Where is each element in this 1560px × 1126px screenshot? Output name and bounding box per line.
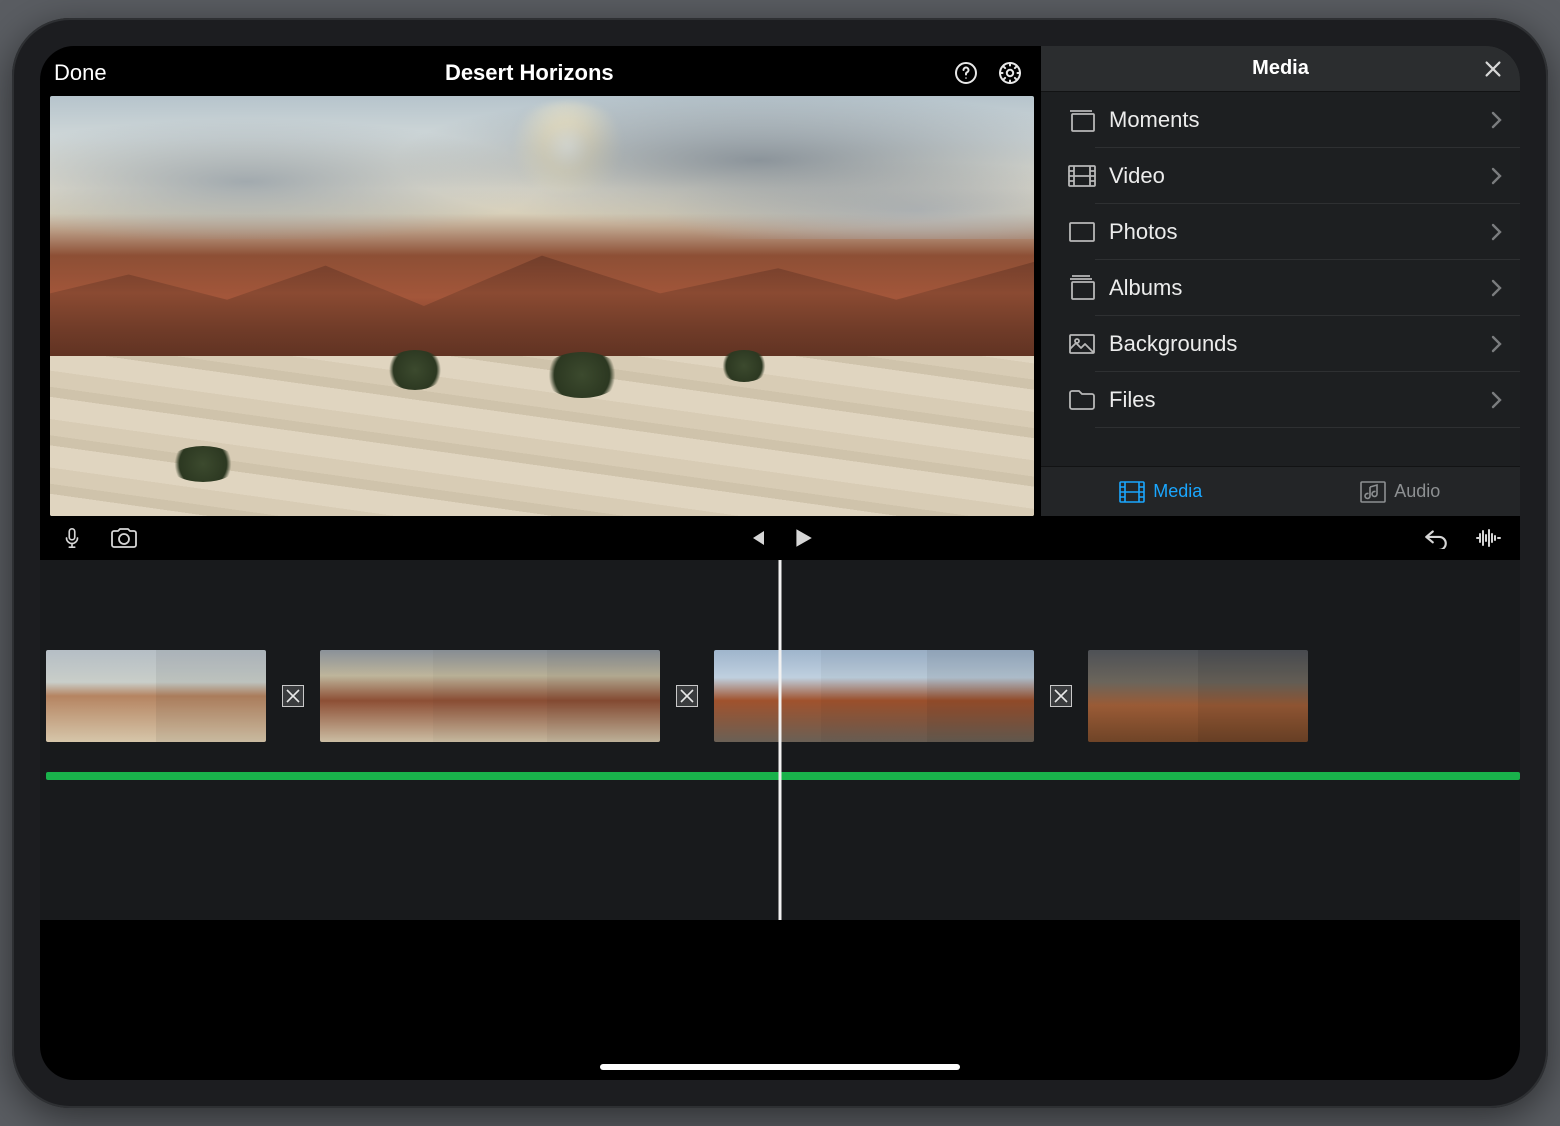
play-icon <box>792 527 814 549</box>
close-media-button[interactable] <box>1480 56 1506 82</box>
chevron-right-icon <box>1490 223 1502 241</box>
media-row-label: Backgrounds <box>1109 331 1490 357</box>
chevron-right-icon <box>1490 335 1502 353</box>
timeline-clip[interactable] <box>714 650 1034 742</box>
undo-button[interactable] <box>1422 524 1450 552</box>
media-panel-header: Media <box>1041 46 1520 92</box>
media-row-video[interactable]: Video <box>1095 148 1520 204</box>
preview-pane: Done Desert Horizons <box>40 46 1040 516</box>
timeline-clip[interactable] <box>1088 650 1308 742</box>
media-row-albums[interactable]: Albums <box>1095 260 1520 316</box>
media-source-list: Moments Video <box>1041 92 1520 466</box>
timeline-clip[interactable] <box>320 650 660 742</box>
help-icon <box>954 61 978 85</box>
transition-icon <box>286 689 300 703</box>
media-row-label: Photos <box>1109 219 1490 245</box>
playhead-marker-icon <box>771 560 789 562</box>
record-voiceover-button[interactable] <box>58 524 86 552</box>
transition-icon <box>1054 689 1068 703</box>
skip-back-icon <box>747 528 767 548</box>
home-indicator[interactable] <box>600 1064 960 1070</box>
moments-icon <box>1055 107 1109 133</box>
tab-media-label: Media <box>1153 481 1202 502</box>
media-panel-title: Media <box>1252 57 1309 80</box>
transport-toolbar <box>40 516 1520 560</box>
audio-track[interactable] <box>46 772 1520 780</box>
transition-button[interactable] <box>282 685 304 707</box>
media-row-label: Files <box>1109 387 1490 413</box>
microphone-icon <box>61 525 83 551</box>
albums-icon <box>1055 274 1109 302</box>
playhead[interactable] <box>779 560 782 920</box>
audio-icon <box>1360 481 1386 503</box>
preview-header: Done Desert Horizons <box>50 54 1034 92</box>
tab-audio[interactable]: Audio <box>1281 467 1521 516</box>
media-row-files[interactable]: Files <box>1095 372 1520 428</box>
screen: Done Desert Horizons <box>40 46 1520 1080</box>
media-tabbar: Media Audio <box>1041 466 1520 516</box>
go-to-start-button[interactable] <box>743 524 771 552</box>
upper-pane: Done Desert Horizons <box>40 46 1520 516</box>
files-icon <box>1055 387 1109 413</box>
media-row-backgrounds[interactable]: Backgrounds <box>1095 316 1520 372</box>
preview-frame <box>50 96 1034 516</box>
project-title: Desert Horizons <box>107 60 952 86</box>
media-row-label: Albums <box>1109 275 1490 301</box>
audio-settings-button[interactable] <box>1474 524 1502 552</box>
tab-media[interactable]: Media <box>1041 467 1281 516</box>
camera-icon <box>110 527 138 549</box>
play-button[interactable] <box>789 524 817 552</box>
media-row-photos[interactable]: Photos <box>1095 204 1520 260</box>
filmstrip-icon <box>1119 481 1145 503</box>
transition-icon <box>680 689 694 703</box>
device-frame: Done Desert Horizons <box>12 18 1548 1108</box>
settings-button[interactable] <box>996 59 1024 87</box>
tab-audio-label: Audio <box>1394 481 1440 502</box>
timeline-clip[interactable] <box>46 650 266 742</box>
record-camera-button[interactable] <box>110 524 138 552</box>
chevron-right-icon <box>1490 391 1502 409</box>
preview-viewport[interactable] <box>50 96 1034 516</box>
undo-icon <box>1423 527 1449 549</box>
transition-button[interactable] <box>676 685 698 707</box>
media-row-label: Video <box>1109 163 1490 189</box>
done-button[interactable]: Done <box>54 60 107 86</box>
media-row-label: Moments <box>1109 107 1490 133</box>
chevron-right-icon <box>1490 167 1502 185</box>
photos-icon <box>1055 219 1109 245</box>
close-icon <box>1482 58 1504 80</box>
chevron-right-icon <box>1490 279 1502 297</box>
media-row-moments[interactable]: Moments <box>1095 92 1520 148</box>
waveform-icon <box>1475 528 1501 548</box>
help-button[interactable] <box>952 59 980 87</box>
transition-button[interactable] <box>1050 685 1072 707</box>
timeline[interactable] <box>40 560 1520 920</box>
gear-icon <box>998 61 1022 85</box>
media-panel: Media Moments <box>1040 46 1520 516</box>
chevron-right-icon <box>1490 111 1502 129</box>
backgrounds-icon <box>1055 331 1109 357</box>
video-icon <box>1055 163 1109 189</box>
